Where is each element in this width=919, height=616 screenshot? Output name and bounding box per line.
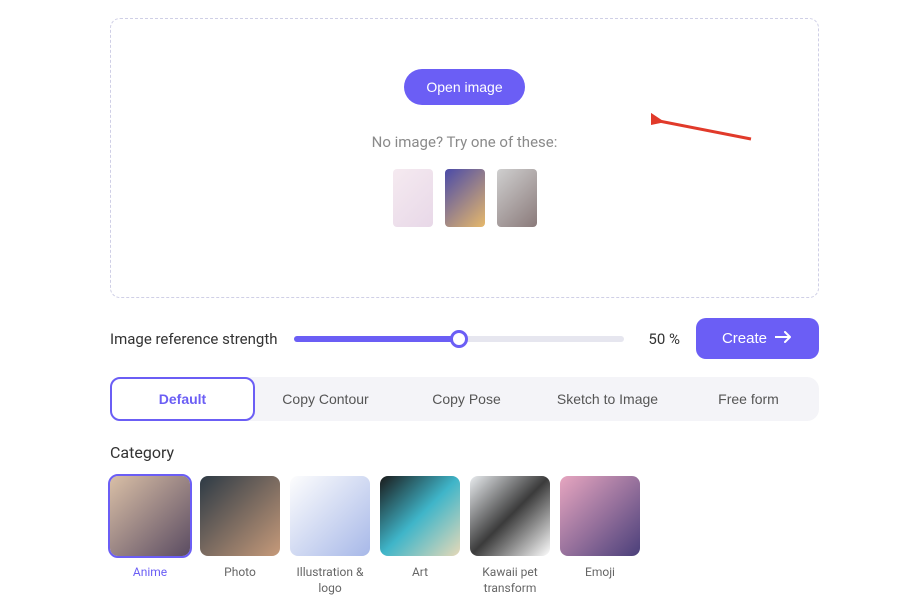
tab-copy-contour[interactable]: Copy Contour	[255, 377, 396, 421]
arrow-right-icon	[775, 330, 793, 347]
slider-thumb[interactable]	[450, 330, 468, 348]
category-illustration-logo[interactable]: Illustration & logo	[290, 476, 370, 596]
category-thumb	[380, 476, 460, 556]
category-photo[interactable]: Photo	[200, 476, 280, 596]
strength-slider[interactable]	[294, 329, 624, 349]
mode-tabs: Default Copy Contour Copy Pose Sketch to…	[110, 377, 819, 421]
category-thumb	[470, 476, 550, 556]
open-image-button[interactable]: Open image	[404, 69, 524, 105]
category-heading: Category	[110, 443, 819, 462]
category-thumb	[290, 476, 370, 556]
category-thumb	[110, 476, 190, 556]
category-thumb	[560, 476, 640, 556]
strength-label: Image reference strength	[110, 330, 278, 348]
tab-sketch-to-image[interactable]: Sketch to Image	[537, 377, 678, 421]
no-image-hint: No image? Try one of these:	[372, 133, 558, 151]
category-kawaii-pet-transform[interactable]: Kawaii pet transform	[470, 476, 550, 596]
sample-images-row	[393, 169, 537, 227]
category-row: Anime Photo Illustration & logo Art Kawa…	[110, 476, 819, 596]
category-emoji[interactable]: Emoji	[560, 476, 640, 596]
category-label-text: Photo	[224, 565, 256, 581]
create-button[interactable]: Create	[696, 318, 819, 359]
tab-default[interactable]: Default	[110, 377, 255, 421]
category-label-text: Art	[412, 565, 428, 581]
category-art[interactable]: Art	[380, 476, 460, 596]
sample-image-1[interactable]	[393, 169, 433, 227]
tab-free-form[interactable]: Free form	[678, 377, 819, 421]
annotation-arrow-icon	[651, 107, 761, 147]
image-drop-area[interactable]: Open image No image? Try one of these:	[110, 18, 819, 298]
category-label-text: Anime	[133, 565, 167, 581]
sample-image-2[interactable]	[445, 169, 485, 227]
tab-copy-pose[interactable]: Copy Pose	[396, 377, 537, 421]
category-anime[interactable]: Anime	[110, 476, 190, 596]
category-label-text: Emoji	[585, 565, 615, 581]
sample-image-3[interactable]	[497, 169, 537, 227]
category-thumb	[200, 476, 280, 556]
strength-value: 50 %	[640, 330, 680, 348]
create-button-label: Create	[722, 330, 767, 347]
